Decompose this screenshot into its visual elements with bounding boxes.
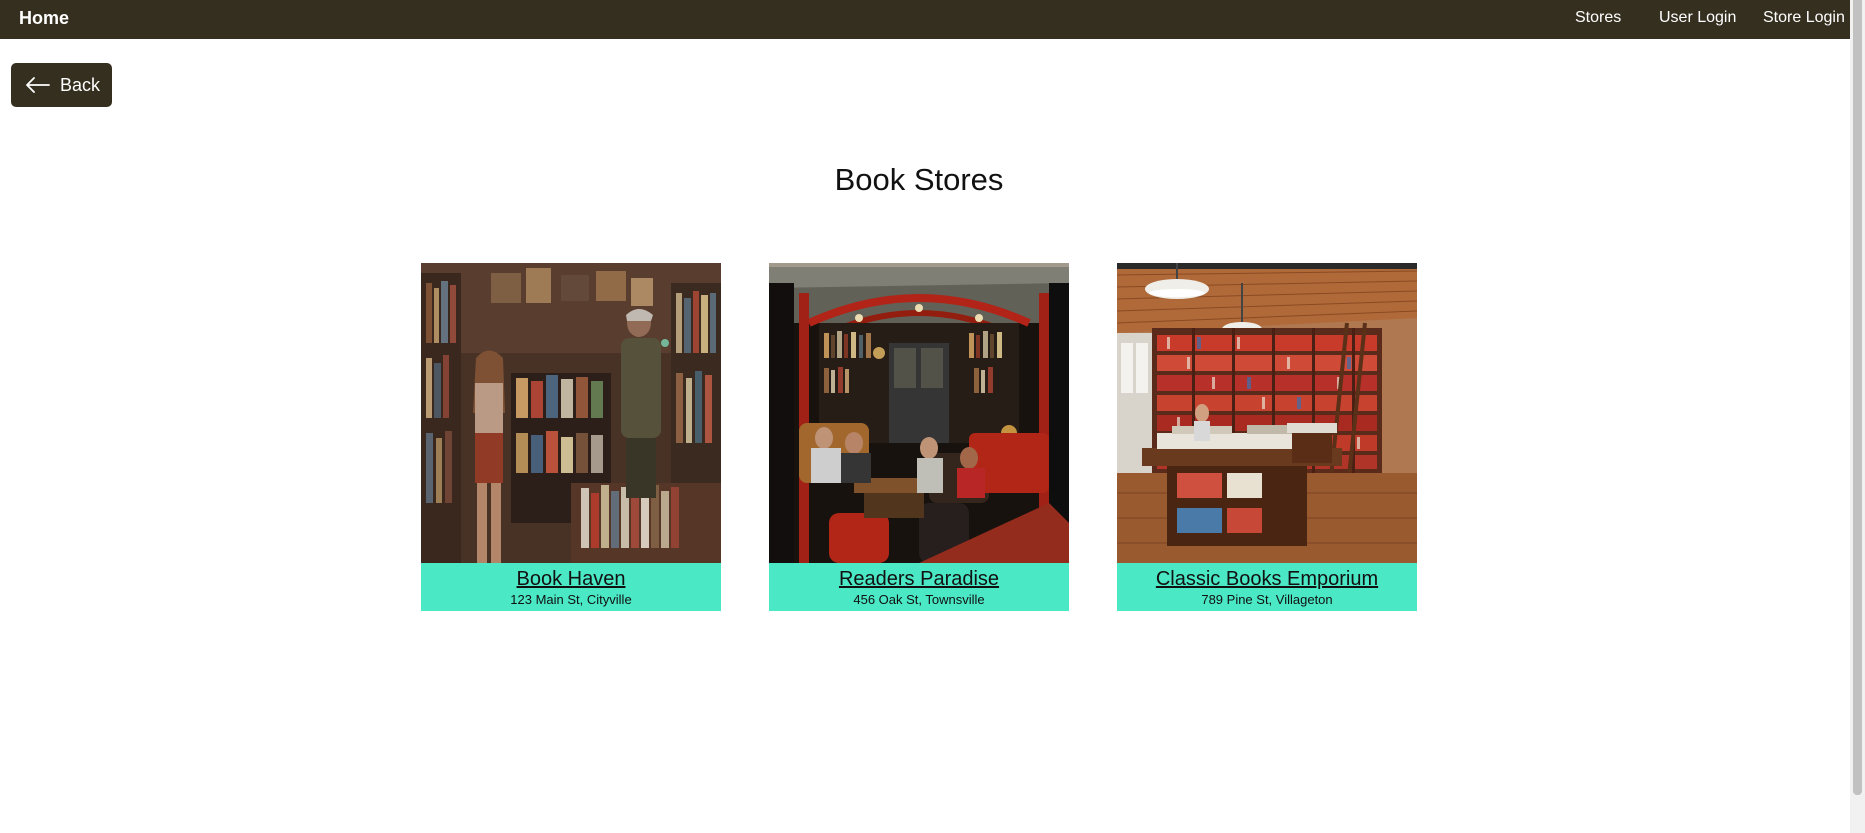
store-address: 789 Pine St, Villageton: [1201, 592, 1333, 607]
scrollbar-thumb[interactable]: [1853, 0, 1862, 795]
nav-link-stores[interactable]: Stores: [1575, 9, 1621, 27]
store-image-book-haven[interactable]: [421, 263, 721, 563]
back-button[interactable]: Back: [11, 63, 112, 107]
home-link[interactable]: Home: [19, 8, 69, 29]
top-navbar: Home Stores User Login Store Login: [0, 0, 1850, 39]
page-title: Book Stores: [834, 162, 1004, 197]
store-address: 123 Main St, Cityville: [510, 592, 632, 607]
arrow-left-icon: [26, 77, 50, 93]
store-name-link[interactable]: Readers Paradise: [769, 567, 1069, 591]
store-image-classic-books-emporium[interactable]: [1117, 263, 1417, 563]
store-name-link[interactable]: Classic Books Emporium: [1117, 567, 1417, 591]
back-button-label: Back: [60, 74, 101, 95]
store-card-classic-books-emporium[interactable]: Classic Books Emporium 789 Pine St, Vill…: [1117, 263, 1417, 611]
page: Home Stores User Login Store Login Back …: [0, 0, 1865, 833]
store-info-readers-paradise: Readers Paradise 456 Oak St, Townsville: [769, 563, 1069, 611]
store-card-readers-paradise[interactable]: Readers Paradise 456 Oak St, Townsville: [769, 263, 1069, 611]
vertical-scrollbar[interactable]: [1850, 0, 1865, 833]
store-image-readers-paradise[interactable]: [769, 263, 1069, 563]
store-card-book-haven[interactable]: Book Haven 123 Main St, Cityville: [421, 263, 721, 611]
store-info-book-haven: Book Haven 123 Main St, Cityville: [421, 563, 721, 611]
store-info-classic-books-emporium: Classic Books Emporium 789 Pine St, Vill…: [1117, 563, 1417, 611]
nav-link-user-login[interactable]: User Login: [1659, 9, 1736, 27]
store-name-link[interactable]: Book Haven: [421, 567, 721, 591]
nav-link-store-login[interactable]: Store Login: [1763, 9, 1845, 27]
store-address: 456 Oak St, Townsville: [853, 592, 985, 607]
